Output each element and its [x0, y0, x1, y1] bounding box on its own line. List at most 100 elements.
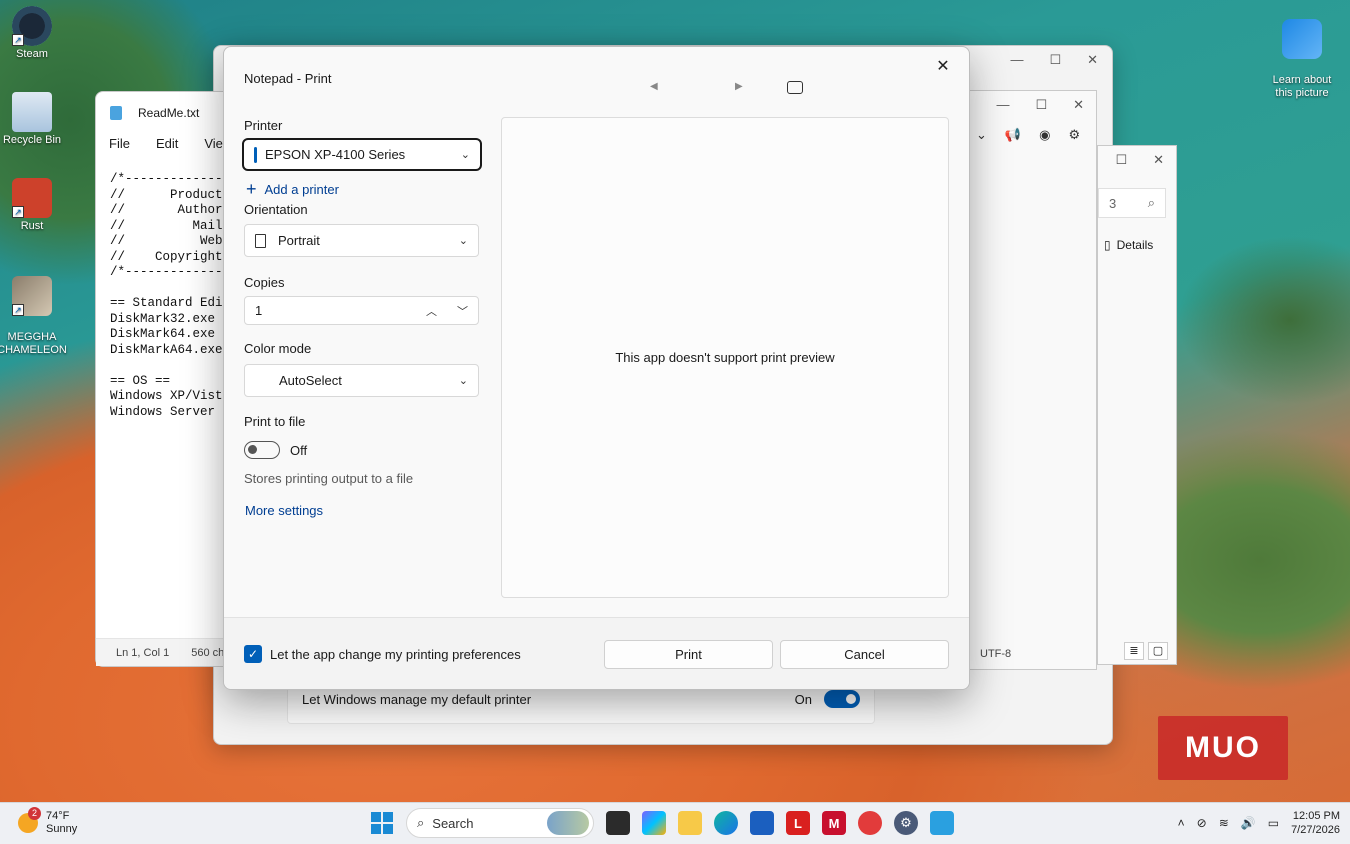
notepad-taskbar-icon[interactable]: [930, 811, 954, 835]
chevron-up-icon[interactable]: ︿: [426, 303, 437, 319]
steam-icon: ↗: [12, 6, 52, 46]
chevron-up-icon[interactable]: ˄: [1178, 816, 1185, 830]
meggha-icon: ↗: [12, 276, 52, 316]
default-printer-toggle[interactable]: [824, 690, 860, 708]
notepad-icon: [110, 106, 122, 120]
details-label: Details: [1116, 238, 1154, 252]
muo-watermark-logo: MUO: [1158, 716, 1288, 780]
color-mode-value: AutoSelect: [279, 373, 342, 388]
megaphone-icon[interactable]: 📢: [1005, 127, 1021, 143]
chevron-down-icon: ⌄: [458, 235, 468, 247]
copilot-icon[interactable]: [642, 811, 666, 835]
details-button[interactable]: ▯ Details: [1104, 238, 1153, 252]
toggle-switch[interactable]: [244, 441, 280, 459]
printer-value: EPSON XP-4100 Series: [265, 147, 406, 162]
maximize-icon[interactable]: ☐: [1049, 52, 1061, 68]
settings-gear-icon[interactable]: ⚙: [894, 811, 918, 835]
task-view-icon[interactable]: [606, 811, 630, 835]
orientation-label: Orientation: [244, 202, 308, 217]
lastpass-icon[interactable]: L: [786, 811, 810, 835]
copies-label: Copies: [244, 275, 285, 290]
color-mode-select[interactable]: AutoSelect ⌄: [244, 364, 479, 397]
notepad-status-bar: Ln 1, Col 1 560 cha: [96, 638, 224, 666]
sun-icon: 2: [18, 807, 41, 833]
close-icon[interactable]: ✕: [1087, 52, 1098, 68]
desktop-icon-recycle-bin[interactable]: Recycle Bin: [0, 92, 67, 147]
weather-widget[interactable]: 2 74°F Sunny: [18, 807, 78, 836]
orientation-select[interactable]: Portrait ⌄: [244, 224, 479, 257]
network-off-icon[interactable]: ⊘: [1197, 816, 1207, 830]
add-printer-label: Add a printer: [264, 181, 339, 197]
chevron-down-icon: ⌄: [460, 149, 470, 161]
chevron-down-icon[interactable]: ⌄: [976, 127, 987, 143]
maximize-icon[interactable]: ☐: [1035, 97, 1047, 113]
print-dialog: Notepad - Print ✕ ◀ ▶ Printer EPSON XP-4…: [223, 46, 970, 690]
desktop-icon-label: Rust: [20, 220, 44, 232]
more-settings-link[interactable]: More settings: [245, 503, 323, 518]
tab-title: ReadMe.txt: [138, 106, 200, 120]
copies-stepper[interactable]: 1 ︿ ﹀: [244, 296, 479, 325]
search-input[interactable]: 3 ⌕: [1098, 188, 1166, 218]
close-icon[interactable]: ✕: [929, 53, 957, 81]
minimize-icon[interactable]: —: [1010, 52, 1023, 68]
store-icon[interactable]: [750, 811, 774, 835]
start-button[interactable]: [370, 811, 394, 835]
close-icon[interactable]: ✕: [1153, 152, 1164, 168]
close-icon[interactable]: ✕: [1073, 97, 1084, 113]
tiles-view-icon[interactable]: ▢: [1148, 642, 1168, 660]
desktop-icon-rust[interactable]: ↗ Rust: [0, 178, 67, 233]
file-explorer-icon[interactable]: [678, 811, 702, 835]
checkmark-icon[interactable]: ✓: [244, 645, 262, 663]
printing-preferences-checkbox[interactable]: ✓ Let the app change my printing prefere…: [244, 645, 521, 663]
battery-icon[interactable]: ▭: [1268, 816, 1279, 830]
preview-message: This app doesn't support print preview: [615, 350, 835, 365]
next-page-icon[interactable]: ▶: [735, 81, 743, 92]
copies-value: 1: [255, 303, 263, 318]
system-tray: ˄ ⊘ ≋ 🔊 ▭ 12:05 PM 7/27/2026: [1178, 809, 1340, 837]
printer-select[interactable]: EPSON XP-4100 Series ⌄: [242, 138, 482, 171]
dialog-footer: ✓ Let the app change my printing prefere…: [224, 617, 969, 689]
taskbar-search[interactable]: ⌕ Search: [406, 808, 594, 838]
menu-edit[interactable]: Edit: [156, 136, 178, 151]
desktop-icon-label: Steam: [16, 48, 48, 60]
chevron-down-icon[interactable]: ﹀: [457, 303, 468, 319]
gear-icon[interactable]: ⚙: [1068, 127, 1080, 143]
desktop-icon-steam[interactable]: ↗ Steam: [0, 6, 67, 61]
print-to-file-description: Stores printing output to a file: [244, 471, 414, 486]
wifi-icon[interactable]: ≋: [1219, 816, 1229, 830]
previous-page-icon[interactable]: ◀: [650, 81, 658, 92]
print-button[interactable]: Print: [604, 640, 773, 669]
notepad-text-area[interactable]: /*------------- // Product // Author // …: [110, 172, 226, 420]
encoding-status: UTF-8: [980, 648, 1012, 660]
color-mode-label: Color mode: [244, 341, 312, 356]
printer-label: Printer: [244, 118, 283, 133]
add-printer-link[interactable]: + Add a printer: [246, 180, 339, 198]
cancel-button[interactable]: Cancel: [780, 640, 949, 669]
minimize-icon[interactable]: —: [996, 97, 1009, 113]
edge-icon[interactable]: [714, 811, 738, 835]
date: 7/27/2026: [1291, 824, 1340, 836]
details-view-icon[interactable]: ≣: [1124, 642, 1144, 660]
cursor-position: Ln 1, Col 1: [116, 646, 170, 659]
weather-condition: Sunny: [46, 823, 78, 835]
clock[interactable]: 12:05 PM 7/27/2026: [1291, 809, 1340, 837]
maximize-icon[interactable]: ☐: [1115, 152, 1127, 168]
mcafee-icon[interactable]: M: [822, 811, 846, 835]
taskbar: 2 74°F Sunny ⌕ Search L M ⚙ ˄ ⊘ ≋ 🔊 ▭ 12…: [0, 802, 1350, 844]
volume-icon[interactable]: 🔊: [1241, 816, 1256, 830]
account-icon[interactable]: ◉: [1039, 127, 1050, 143]
search-icon: ⌕: [1147, 195, 1155, 210]
time: 12:05 PM: [1292, 810, 1340, 822]
print-preview-pane: This app doesn't support print preview: [501, 117, 949, 598]
print-to-file-toggle[interactable]: Off: [244, 441, 307, 459]
notification-badge: 2: [28, 807, 41, 820]
orientation-value: Portrait: [278, 233, 320, 248]
explorer-window: — ☐ ✕ ⌄ 📢 ◉ ⚙: [967, 90, 1097, 670]
shopping-icon[interactable]: [858, 811, 882, 835]
desktop-icon-meggha[interactable]: ↗ MEGGHA CHAMELEON: [0, 263, 67, 357]
fit-page-icon[interactable]: [787, 81, 803, 94]
notepad-tab[interactable]: ReadMe.txt: [110, 106, 199, 120]
notepad-menu-bar: File Edit View: [109, 136, 232, 151]
learn-about-picture[interactable]: Learn about this picture: [1267, 6, 1337, 100]
menu-file[interactable]: File: [109, 136, 130, 151]
